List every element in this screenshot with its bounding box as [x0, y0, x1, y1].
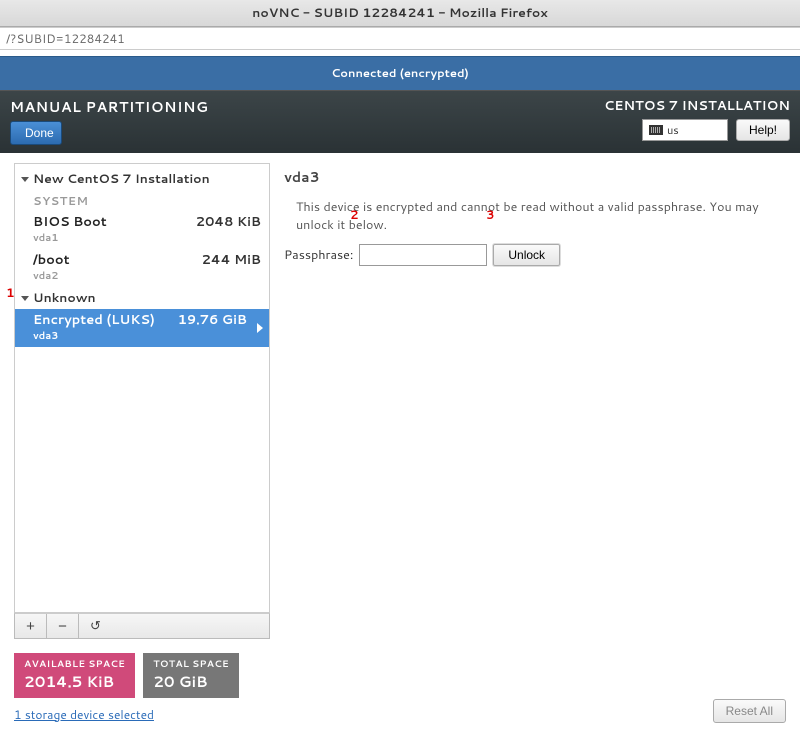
tree-item-dev: vda3 [33, 329, 155, 343]
chevron-down-icon [21, 296, 29, 301]
available-space-label: AVAILABLE SPACE [24, 658, 125, 671]
tree-item-name: /boot [33, 251, 70, 269]
tree-toolbar: + − ↻ [14, 613, 270, 639]
chevron-down-icon [21, 177, 29, 182]
space-summary: AVAILABLE SPACE 2014.5 KiB TOTAL SPACE 2… [14, 653, 239, 698]
available-space-value: 2014.5 KiB [24, 671, 125, 692]
total-space-box: TOTAL SPACE 20 GiB [143, 653, 239, 698]
refresh-button[interactable]: ↻ [79, 614, 111, 638]
storage-devices-link[interactable]: 1 storage device selected [14, 706, 239, 723]
system-label: SYSTEM [15, 190, 269, 211]
tree-item-dev: vda2 [33, 269, 70, 283]
total-space-value: 20 GiB [153, 671, 229, 692]
reset-all-button[interactable]: Reset All [713, 699, 786, 723]
tree-item-name: Encrypted (LUKS) [33, 311, 155, 329]
passphrase-input[interactable] [359, 244, 487, 266]
keyboard-indicator[interactable]: us [642, 119, 728, 141]
tree-item-name: BIOS Boot [33, 213, 107, 231]
tree-item-size: 2048 KiB [196, 213, 261, 231]
total-space-label: TOTAL SPACE [153, 658, 229, 671]
passphrase-row: Passphrase: Unlock [284, 244, 786, 266]
help-button[interactable]: Help! [736, 119, 790, 141]
refresh-icon: ↻ [90, 618, 101, 634]
unlock-button[interactable]: Unlock [493, 244, 560, 266]
vnc-status-banner: Connected (encrypted) [0, 56, 800, 90]
remove-partition-button[interactable]: − [47, 614, 79, 638]
tree-item-size: 244 MiB [202, 251, 261, 269]
tree-item-encrypted-luks[interactable]: Encrypted (LUKS) vda3 19.76 GiB [15, 309, 269, 347]
url-bar[interactable]: /?SUBID=12284241 [0, 27, 800, 50]
section-title: New CentOS 7 Installation [33, 170, 210, 188]
passphrase-label: Passphrase: [284, 246, 353, 264]
tree-item-size: 19.76 GiB [178, 311, 247, 329]
partition-tree-panel: New CentOS 7 Installation SYSTEM BIOS Bo… [14, 163, 270, 639]
section-title: Unknown [33, 289, 96, 307]
partition-tree[interactable]: New CentOS 7 Installation SYSTEM BIOS Bo… [14, 163, 270, 613]
chevron-right-icon [257, 323, 263, 333]
page-title: MANUAL PARTITIONING [10, 97, 208, 117]
window-title: noVNC - SUBID 12284241 - Mozilla Firefox [0, 0, 800, 27]
keyboard-icon [649, 125, 663, 135]
device-heading: vda3 [284, 167, 786, 187]
encryption-hint: This device is encrypted and cannot be r… [296, 199, 786, 234]
main-area: New CentOS 7 Installation SYSTEM BIOS Bo… [0, 153, 800, 645]
tree-item-boot[interactable]: /boot vda2 244 MiB [15, 249, 269, 287]
install-label: CENTOS 7 INSTALLATION [604, 97, 790, 115]
detail-panel: vda3 This device is encrypted and cannot… [284, 163, 800, 639]
tree-item-bios-boot[interactable]: BIOS Boot vda1 2048 KiB [15, 211, 269, 249]
tree-item-dev: vda1 [33, 231, 107, 245]
footer: AVAILABLE SPACE 2014.5 KiB TOTAL SPACE 2… [0, 645, 800, 729]
keyboard-layout: us [667, 122, 679, 138]
add-partition-button[interactable]: + [15, 614, 47, 638]
available-space-box: AVAILABLE SPACE 2014.5 KiB [14, 653, 135, 698]
anaconda-header: MANUAL PARTITIONING Done CENTOS 7 INSTAL… [0, 90, 800, 153]
tree-section-unknown[interactable]: Unknown [15, 287, 269, 309]
tree-section-new-install[interactable]: New CentOS 7 Installation [15, 168, 269, 190]
done-button[interactable]: Done [10, 121, 62, 145]
